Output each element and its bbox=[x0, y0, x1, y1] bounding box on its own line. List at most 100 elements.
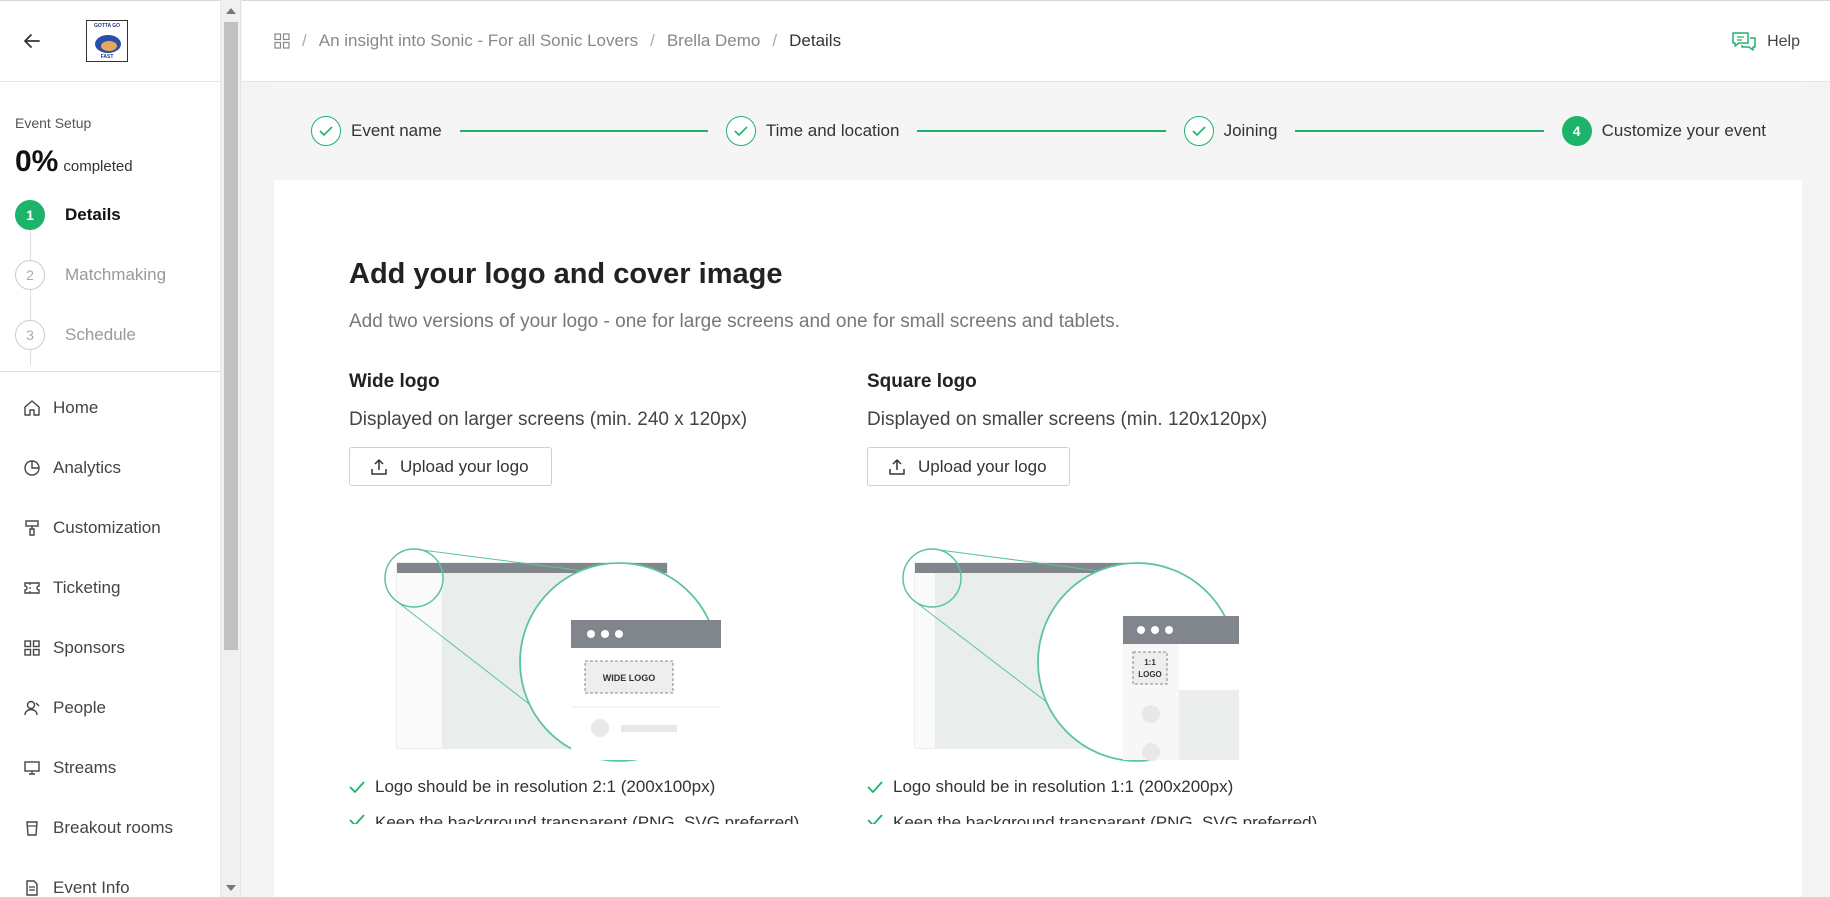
breadcrumb: / An insight into Sonic - For all Sonic … bbox=[274, 31, 841, 51]
scrollbar-thumb[interactable] bbox=[224, 22, 238, 650]
step-label: Matchmaking bbox=[65, 265, 167, 284]
ticket-icon bbox=[22, 578, 42, 598]
wide-logo-desc: Displayed on larger screens (min. 240 x … bbox=[349, 409, 748, 430]
content-area: Add your logo and cover image Add two ve… bbox=[274, 258, 1802, 824]
sidebar-item-label: People bbox=[53, 698, 106, 717]
sidebar-item-label: Home bbox=[53, 398, 99, 417]
requirement-text: Logo should be in resolution 2:1 (200x10… bbox=[375, 777, 716, 796]
sidebar-item-sponsors[interactable]: Sponsors bbox=[0, 618, 220, 678]
requirement-item: Logo should be in resolution 1:1 (200x20… bbox=[867, 770, 1385, 804]
chat-bubbles-icon bbox=[1731, 31, 1757, 53]
step-label: Schedule bbox=[65, 325, 136, 344]
progress-value: 0% bbox=[15, 145, 59, 178]
square-logo-section: Square logo Displayed on smaller screens… bbox=[867, 371, 1385, 824]
page-title: Add your logo and cover image bbox=[349, 258, 783, 290]
upload-icon bbox=[370, 458, 388, 476]
check-icon bbox=[867, 780, 883, 794]
paint-roller-icon bbox=[22, 518, 42, 538]
stepper-step-label: Time and location bbox=[765, 121, 900, 140]
sidebar-item-label: Breakout rooms bbox=[53, 818, 173, 837]
stepper-step-event-name[interactable]: Event name bbox=[311, 116, 442, 146]
square-logo-title: Square logo bbox=[867, 371, 977, 392]
requirement-item: Keep the background transparent (PNG, SV… bbox=[867, 804, 1385, 824]
stepper-step-label: Customize your event bbox=[1601, 121, 1766, 140]
square-logo-desc: Displayed on smaller screens (min. 120x1… bbox=[867, 409, 1268, 430]
step-number: 1 bbox=[15, 200, 45, 230]
sidebar-item-analytics[interactable]: Analytics bbox=[0, 438, 220, 498]
breadcrumb-event[interactable]: Brella Demo bbox=[667, 31, 761, 51]
sidebar-item-label: Sponsors bbox=[53, 638, 125, 657]
setup-step-matchmaking[interactable]: 2 Matchmaking bbox=[15, 245, 220, 305]
event-logo-text-bottom: FAST bbox=[100, 54, 114, 60]
back-arrow-icon[interactable] bbox=[20, 29, 44, 53]
grid-icon bbox=[22, 638, 42, 658]
requirement-item: Keep the background transparent (PNG, SV… bbox=[349, 804, 867, 824]
square-logo-illus-label-1: 1:1 bbox=[1144, 658, 1156, 667]
event-logo[interactable]: GOTTA GO FAST bbox=[86, 20, 128, 62]
stepper-connector bbox=[917, 130, 1166, 132]
sidebar-item-label: Streams bbox=[53, 758, 117, 777]
breadcrumb-separator: / bbox=[302, 31, 307, 50]
wide-logo-requirements: Logo should be in resolution 2:1 (200x10… bbox=[349, 770, 867, 824]
step-number: 3 bbox=[15, 320, 45, 350]
check-icon bbox=[311, 116, 341, 146]
step-label: Details bbox=[65, 205, 121, 224]
check-icon bbox=[349, 780, 365, 794]
step-number: 2 bbox=[15, 260, 45, 290]
upload-square-logo-button[interactable]: Upload your logo bbox=[867, 447, 1070, 486]
stepper-step-joining[interactable]: Joining bbox=[1183, 116, 1278, 146]
page-subtitle: Add two versions of your logo - one for … bbox=[349, 311, 1120, 332]
requirement-text: Logo should be in resolution 1:1 (200x20… bbox=[893, 777, 1234, 796]
setup-step-schedule[interactable]: 3 Schedule bbox=[15, 305, 220, 365]
sidebar-item-ticketing[interactable]: Ticketing bbox=[0, 558, 220, 618]
stepper-step-customize[interactable]: 4 Customize your event bbox=[1561, 116, 1766, 146]
upload-icon bbox=[888, 458, 906, 476]
breadcrumb-separator: / bbox=[650, 31, 655, 50]
requirement-item: Logo should be in resolution 2:1 (200x10… bbox=[349, 770, 867, 804]
square-logo-illus-label-2: LOGO bbox=[1138, 670, 1162, 679]
sidebar-item-people[interactable]: People bbox=[0, 678, 220, 738]
sidebar-item-label: Customization bbox=[53, 518, 161, 537]
cup-icon bbox=[22, 818, 42, 838]
requirement-text: Keep the background transparent (PNG, SV… bbox=[375, 813, 800, 824]
setup-steps: 1 Details 2 Matchmaking 3 Schedule bbox=[15, 185, 220, 365]
stepper-connector bbox=[459, 130, 708, 132]
monitor-icon bbox=[22, 758, 42, 778]
scroll-up-icon[interactable] bbox=[226, 8, 236, 14]
sidebar-nav: Home Analytics Customization Ticketing S… bbox=[0, 372, 220, 897]
top-header: / An insight into Sonic - For all Sonic … bbox=[242, 0, 1830, 82]
sidebar-item-breakout-rooms[interactable]: Breakout rooms bbox=[0, 798, 220, 858]
check-icon bbox=[867, 813, 883, 824]
check-icon bbox=[1183, 116, 1214, 146]
pie-chart-icon bbox=[22, 458, 42, 478]
sidebar-item-streams[interactable]: Streams bbox=[0, 738, 220, 798]
stepper-step-time-location[interactable]: Time and location bbox=[725, 116, 900, 146]
event-logo-text-top: GOTTA GO bbox=[93, 23, 121, 29]
square-logo-illustration: 1:1 LOGO bbox=[867, 540, 1247, 770]
sidebar-scrollbar[interactable] bbox=[221, 0, 241, 897]
upload-button-label: Upload your logo bbox=[400, 456, 529, 476]
logo-columns: Wide logo Displayed on larger screens (m… bbox=[349, 371, 1802, 824]
sidebar-item-event-info[interactable]: Event Info bbox=[0, 858, 220, 897]
sidebar-item-customization[interactable]: Customization bbox=[0, 498, 220, 558]
home-icon bbox=[22, 398, 42, 418]
wide-logo-title: Wide logo bbox=[349, 371, 440, 392]
sidebar-item-home[interactable]: Home bbox=[0, 378, 220, 438]
stepper-connector bbox=[1295, 130, 1544, 132]
square-logo-requirements: Logo should be in resolution 1:1 (200x20… bbox=[867, 770, 1385, 824]
upload-wide-logo-button[interactable]: Upload your logo bbox=[349, 447, 552, 486]
breadcrumb-separator: / bbox=[772, 31, 778, 50]
stepper-step-number: 4 bbox=[1561, 116, 1592, 146]
sidebar-item-label: Event Info bbox=[53, 878, 130, 897]
requirement-text: Keep the background transparent (PNG, SV… bbox=[893, 813, 1318, 824]
sidebar: GOTTA GO FAST Event Setup 0% completed 1… bbox=[0, 0, 221, 897]
wide-logo-illustration: WIDE LOGO bbox=[349, 540, 729, 770]
breadcrumb-organization[interactable]: An insight into Sonic - For all Sonic Lo… bbox=[319, 31, 638, 51]
sidebar-header: GOTTA GO FAST bbox=[0, 0, 220, 82]
apps-grid-icon[interactable] bbox=[274, 33, 290, 49]
help-button[interactable]: Help bbox=[1731, 1, 1800, 83]
scroll-down-icon[interactable] bbox=[226, 885, 236, 891]
breadcrumb-current: Details bbox=[789, 31, 842, 50]
setup-step-details[interactable]: 1 Details bbox=[15, 185, 220, 245]
stepper-step-label: Joining bbox=[1223, 121, 1278, 140]
